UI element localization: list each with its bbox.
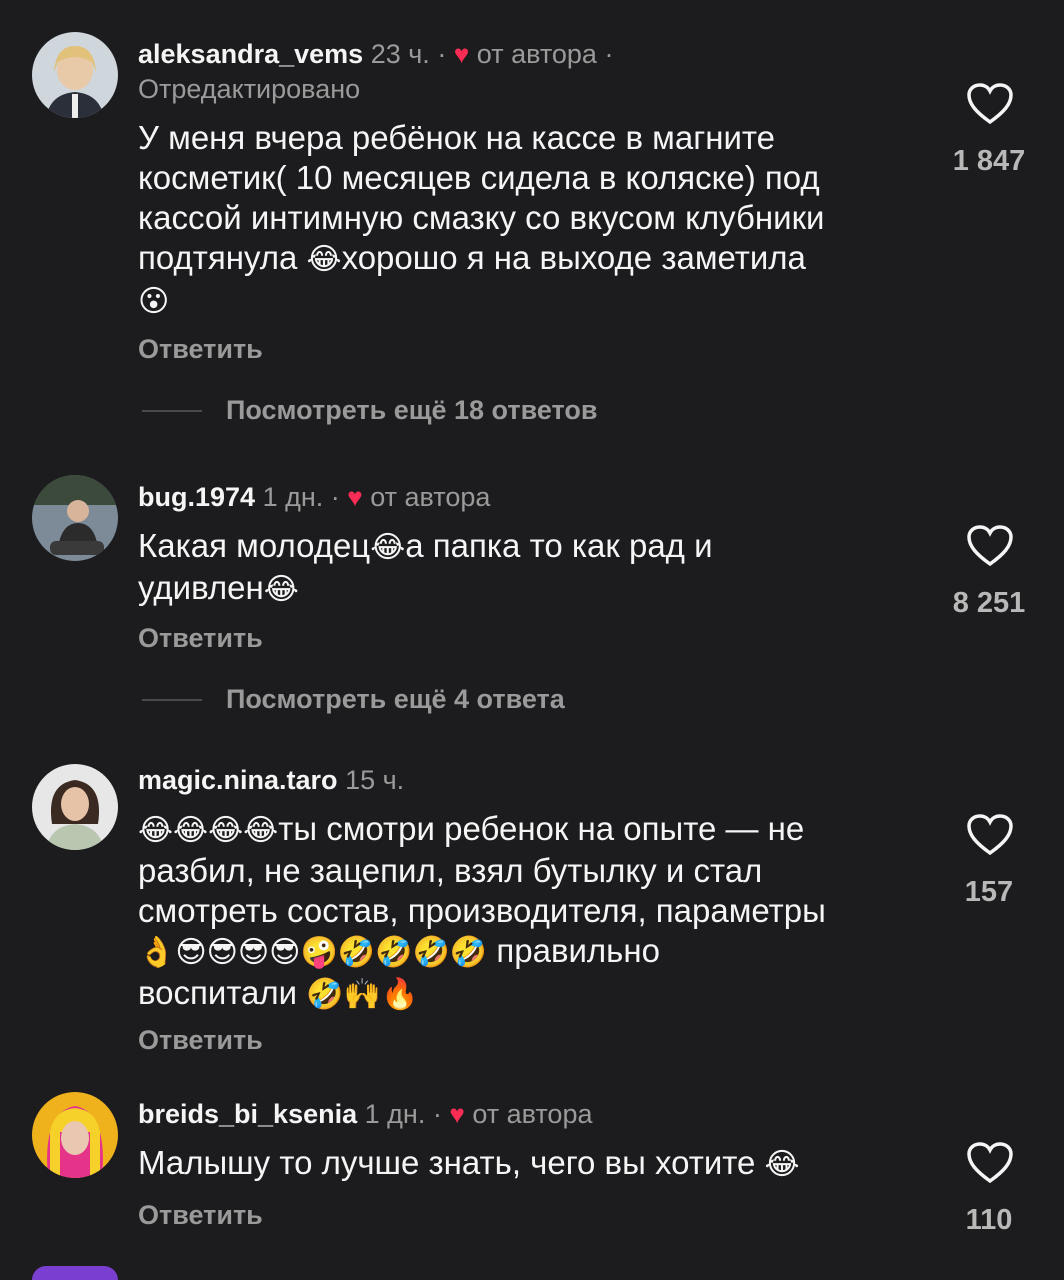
text-line: кассой интимную смазку со вкусом клубник… <box>138 199 825 236</box>
divider <box>142 409 202 412</box>
like-count: 157 <box>964 876 1014 908</box>
text-line: 😂😂😂😂ты смотри ребенок на опыте — не <box>138 809 928 851</box>
view-more-replies-label: Посмотреть ещё 4 ответа <box>226 684 565 714</box>
heart-outline-icon[interactable] <box>966 1141 1014 1185</box>
laughing-emoji: 😂 <box>764 1147 800 1182</box>
laughing-emoji: 😂 <box>370 530 406 565</box>
separator-dot: · <box>604 39 614 69</box>
like-count: 110 <box>965 1204 1013 1236</box>
avatar[interactable] <box>32 764 118 850</box>
separator-dot: · <box>330 482 340 512</box>
emoji-group: 🤣🙌🔥 <box>306 977 419 1012</box>
text-fragment: хорошо я на выходе заметила <box>341 239 806 276</box>
heart-outline-icon[interactable] <box>966 82 1014 126</box>
divider <box>142 698 202 701</box>
heart-filled-icon: ♥ <box>449 1099 465 1129</box>
view-more-replies[interactable]: Посмотреть ещё 4 ответа <box>142 684 565 715</box>
reply-button[interactable]: Ответить <box>138 623 263 654</box>
heart-filled-icon: ♥ <box>347 482 363 512</box>
avatar[interactable] <box>32 32 118 118</box>
username[interactable]: bug.1974 <box>138 482 255 512</box>
comment-meta: breids_bi_ksenia 1 дн. · ♥ от автора <box>138 1098 592 1130</box>
comment-text: У меня вчера ребёнок на кассе в магните … <box>138 118 928 322</box>
comment-meta: magic.nina.taro 15 ч. <box>138 764 404 796</box>
text-line: удивлен😂 <box>138 568 928 610</box>
edited-label: Отредактировано <box>138 74 361 104</box>
avatar[interactable] <box>32 1092 118 1178</box>
heart-outline-icon[interactable] <box>966 813 1014 857</box>
text-line: смотреть состав, производителя, параметр… <box>138 892 826 929</box>
text-fragment: подтянула <box>138 239 307 276</box>
username[interactable]: aleksandra_vems <box>138 39 363 69</box>
timestamp: 1 дн. <box>262 482 324 512</box>
text-line: косметик( 10 месяцев сидела в коляске) п… <box>138 159 820 196</box>
text-fragment: удивлен <box>138 569 264 606</box>
view-more-replies[interactable]: Посмотреть ещё 18 ответов <box>142 395 597 426</box>
comment-meta: bug.1974 1 дн. · ♥ от автора <box>138 481 490 513</box>
reply-button[interactable]: Ответить <box>138 1025 263 1056</box>
author-like-label: от автора <box>370 482 491 512</box>
like-count: 1 847 <box>952 145 1026 177</box>
comment-text: Малышу то лучше знать, чего вы хотите 😂 <box>138 1143 928 1185</box>
text-line: Малышу то лучше знать, чего вы хотите 😂 <box>138 1143 928 1185</box>
text-fragment: правильно <box>487 932 660 969</box>
timestamp: 23 ч. <box>370 39 430 69</box>
reply-button[interactable]: Ответить <box>138 334 263 365</box>
text-fragment: а папка то как рад и <box>405 527 713 564</box>
timestamp: 15 ч. <box>345 765 405 795</box>
like-count: 8 251 <box>952 587 1026 619</box>
text-fragment: ты смотри ребенок на опыте — не <box>278 810 805 847</box>
text-line: подтянула 😂хорошо я на выходе заметила <box>138 238 928 280</box>
text-fragment: Какая молодец <box>138 527 371 564</box>
heart-filled-icon: ♥ <box>453 39 470 69</box>
view-more-replies-label: Посмотреть ещё 18 ответов <box>226 395 598 425</box>
text-line: разбил, не зацепил, взял бутылку и стал <box>138 852 763 889</box>
reply-button[interactable]: Ответить <box>138 1200 263 1231</box>
comment-text: 😂😂😂😂ты смотри ребенок на опыте — не разб… <box>138 809 928 1015</box>
avatar[interactable] <box>32 475 118 561</box>
text-line: Какая молодец😂а папка то как рад и <box>138 526 928 568</box>
separator-dot: · <box>437 39 447 69</box>
username[interactable]: magic.nina.taro <box>138 765 338 795</box>
heart-outline-icon[interactable] <box>966 524 1014 568</box>
text-line: воспитали 🤣🙌🔥 <box>138 973 928 1015</box>
laughing-emoji: 😂 <box>263 572 299 607</box>
timestamp: 1 дн. <box>364 1099 426 1129</box>
avatar[interactable] <box>32 1266 118 1280</box>
comment-meta: aleksandra_vems 23 ч. · ♥ от автора · <box>138 38 613 70</box>
text-line: 👌😎😎😎😎🤪🤣🤣🤣🤣 правильно <box>138 931 928 973</box>
username[interactable]: breids_bi_ksenia <box>138 1099 357 1129</box>
emoji-group: 👌😎😎😎😎🤪🤣🤣🤣🤣 <box>138 935 488 970</box>
text-line: У меня вчера ребёнок на кассе в магните <box>138 119 775 156</box>
surprised-emoji: 😮 <box>138 284 170 319</box>
separator-dot: · <box>432 1099 442 1129</box>
text-fragment: Малышу то лучше знать, чего вы хотите <box>138 1144 765 1181</box>
author-like-label: от автора <box>476 39 597 69</box>
author-like-label: от автора <box>472 1099 593 1129</box>
comment-text: Какая молодец😂а папка то как рад и удивл… <box>138 526 928 610</box>
laughing-emoji: 😂 <box>306 242 342 277</box>
text-fragment: воспитали <box>138 974 307 1011</box>
laughing-emoji: 😂😂😂😂 <box>138 813 279 848</box>
text-line: 😮 <box>138 280 928 322</box>
